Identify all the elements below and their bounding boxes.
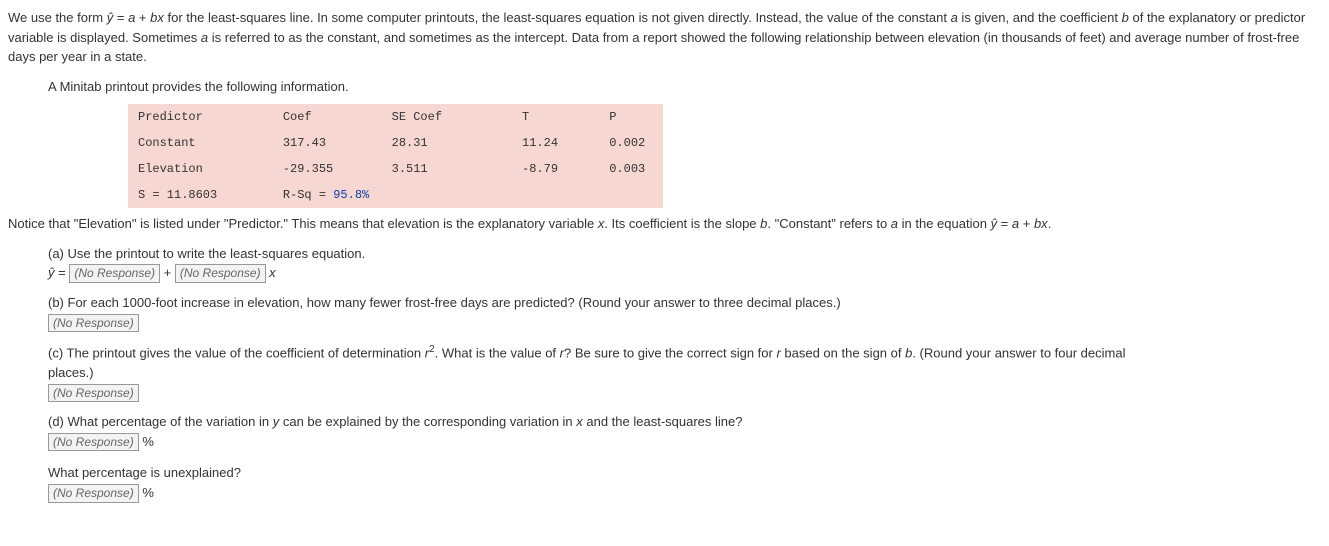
qa-plus: + <box>160 265 175 280</box>
cell-secoef: 3.511 <box>382 156 512 182</box>
header-predictor: Predictor <box>128 104 273 130</box>
intro-paragraph: We use the form ŷ = a + bx for the least… <box>8 8 1321 67</box>
cell-elevation: Elevation <box>128 156 273 182</box>
qc-text6: places.) <box>48 363 1321 383</box>
qd-text3: and the least-squares line? <box>583 414 743 429</box>
cell-secoef: 28.31 <box>382 130 512 156</box>
cell-p: 0.002 <box>599 130 663 156</box>
question-c: (c) The printout gives the value of the … <box>48 342 1321 402</box>
answer-input-d2[interactable]: (No Response) <box>48 484 139 502</box>
question-b-prompt: (b) For each 1000-foot increase in eleva… <box>48 293 1321 313</box>
table-footer-row: S = 11.8603 R-Sq = 95.8% <box>128 182 663 208</box>
qd-pct1: % <box>139 434 154 449</box>
question-a-prompt: (a) Use the printout to write the least-… <box>48 244 1321 264</box>
notice-text: Notice that "Elevation" is listed under … <box>8 216 598 231</box>
answer-input-d1[interactable]: (No Response) <box>48 433 139 451</box>
footer-rsq-value: 95.8% <box>333 188 369 202</box>
qd-text2: can be explained by the corresponding va… <box>279 414 576 429</box>
footer-rsq-label: R-Sq = <box>283 188 333 202</box>
intro-text5: is referred to as the constant, and some… <box>208 30 924 45</box>
qc-text4: based on the sign of <box>781 345 905 360</box>
qd-text1: (d) What percentage of the variation in <box>48 414 273 429</box>
qc-text2: . What is the value of <box>435 345 560 360</box>
answer-input-a2[interactable]: (No Response) <box>175 264 266 282</box>
qa-eq: = <box>55 265 70 280</box>
notice-dot: . <box>1048 216 1052 231</box>
notice-text3: . "Constant" refers to <box>767 216 890 231</box>
question-a-equation: ŷ = (No Response) + (No Response) x <box>48 263 1321 283</box>
intro-bx: bx <box>150 10 164 25</box>
qc-text1: (c) The printout gives the value of the … <box>48 345 425 360</box>
question-b: (b) For each 1000-foot increase in eleva… <box>48 293 1321 332</box>
table-row: Constant 317.43 28.31 11.24 0.002 <box>128 130 663 156</box>
notice-bx: bx <box>1034 216 1048 231</box>
cell-t: 11.24 <box>512 130 599 156</box>
question-c-prompt: (c) The printout gives the value of the … <box>48 342 1321 363</box>
notice-text4: in the equation <box>898 216 991 231</box>
minitab-table: Predictor Coef SE Coef T P Constant 317.… <box>128 104 663 208</box>
qc-text3: ? Be sure to give the correct sign for <box>564 345 776 360</box>
intro-a2: a <box>951 10 958 25</box>
question-d-prompt: (d) What percentage of the variation in … <box>48 412 1321 432</box>
intro-text: We use the form <box>8 10 107 25</box>
cell-coef: -29.355 <box>273 156 382 182</box>
qd-text4: What percentage is unexplained? <box>48 463 1321 483</box>
cell-coef: 317.43 <box>273 130 382 156</box>
question-d: (d) What percentage of the variation in … <box>48 412 1321 503</box>
intro-plus: + <box>135 10 150 25</box>
notice-paragraph: Notice that "Elevation" is listed under … <box>8 214 1321 234</box>
cell-p: 0.003 <box>599 156 663 182</box>
cell-constant: Constant <box>128 130 273 156</box>
header-secoef: SE Coef <box>382 104 512 130</box>
answer-input-b[interactable]: (No Response) <box>48 314 139 332</box>
table-row: Elevation -29.355 3.511 -8.79 0.003 <box>128 156 663 182</box>
notice-a: a <box>891 216 898 231</box>
intro-text3: is given, and the coefficient <box>958 10 1122 25</box>
header-coef: Coef <box>273 104 382 130</box>
minitab-intro: A Minitab printout provides the followin… <box>48 77 1321 97</box>
cell-t: -8.79 <box>512 156 599 182</box>
table-header-row: Predictor Coef SE Coef T P <box>128 104 663 130</box>
qc-text5: . (Round your answer to four decimal <box>912 345 1125 360</box>
header-t: T <box>512 104 599 130</box>
footer-s: S = 11.8603 <box>128 182 273 208</box>
intro-eq: = <box>113 10 128 25</box>
footer-rsq: R-Sq = 95.8% <box>273 182 663 208</box>
notice-eq: = <box>997 216 1012 231</box>
qa-x: x <box>266 265 276 280</box>
intro-text2: for the least-squares line. In some comp… <box>164 10 951 25</box>
header-p: P <box>599 104 663 130</box>
answer-input-a1[interactable]: (No Response) <box>69 264 160 282</box>
qd-pct2: % <box>139 485 154 500</box>
notice-text2: . Its coefficient is the slope <box>604 216 760 231</box>
question-a: (a) Use the printout to write the least-… <box>48 244 1321 283</box>
answer-input-c[interactable]: (No Response) <box>48 384 139 402</box>
notice-plus: + <box>1019 216 1034 231</box>
intro-b: b <box>1122 10 1129 25</box>
